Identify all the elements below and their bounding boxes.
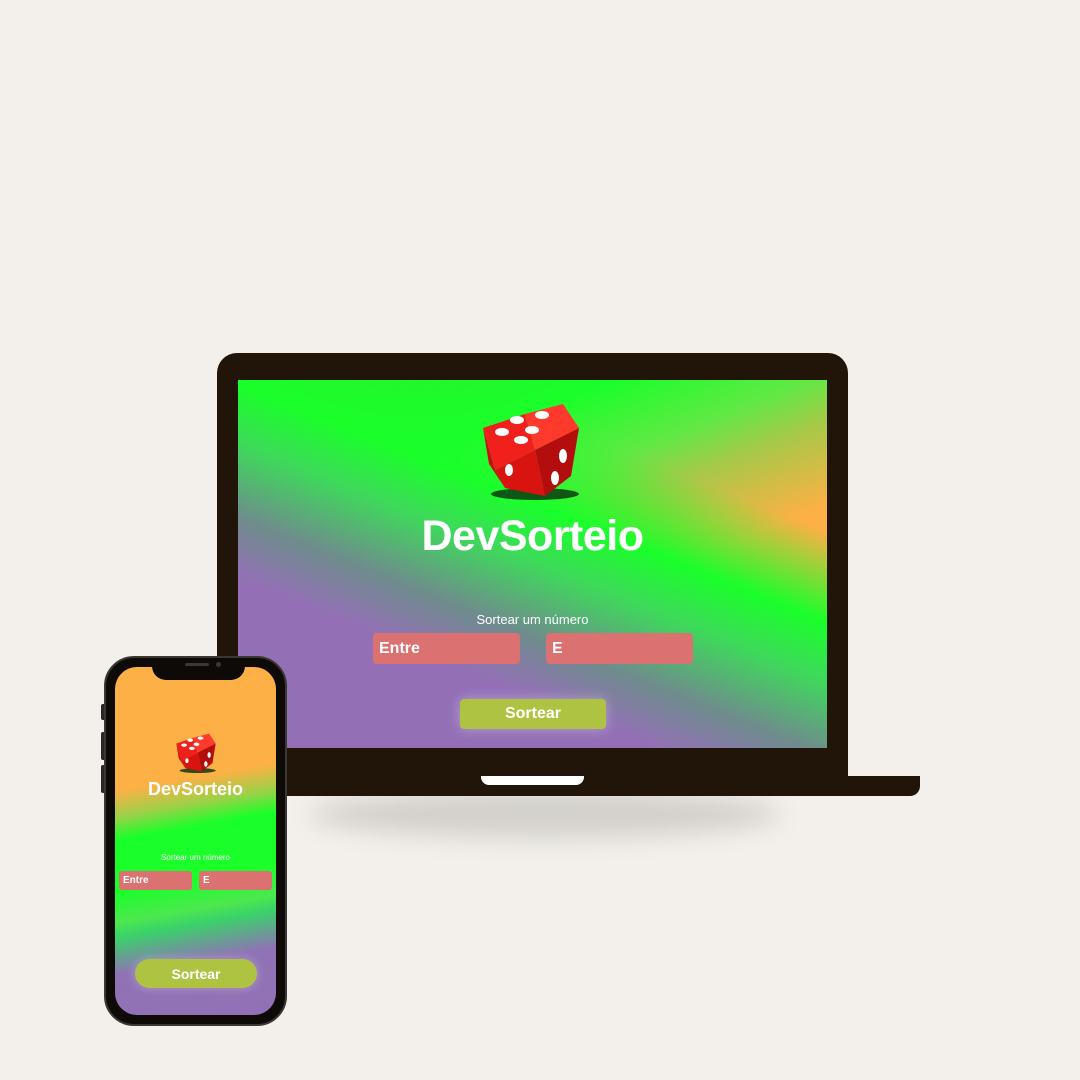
- phone-camera: [216, 662, 221, 667]
- draw-label: Sortear um número: [161, 853, 230, 862]
- laptop-shadow: [310, 790, 780, 838]
- draw-label: Sortear um número: [476, 612, 589, 627]
- phone-notch: [152, 658, 245, 680]
- app-title: DevSorteio: [147, 779, 244, 799]
- to-number-input[interactable]: [199, 871, 272, 890]
- laptop-base: [200, 776, 920, 796]
- laptop-screen: DevSorteio Sortear um número Sortear: [238, 380, 827, 748]
- app-title: DevSorteio: [421, 512, 644, 560]
- draw-button[interactable]: Sortear: [460, 699, 606, 729]
- from-number-input[interactable]: [119, 871, 192, 890]
- draw-button[interactable]: Sortear: [135, 959, 257, 988]
- phone-speaker: [185, 663, 209, 666]
- phone-screen: DevSorteio Sortear um número Sortear: [115, 667, 276, 1015]
- from-number-input[interactable]: [373, 633, 520, 664]
- dice-icon: [176, 733, 216, 774]
- to-number-input[interactable]: [546, 633, 693, 664]
- laptop-trackpad-notch: [481, 776, 584, 785]
- phone-frame: DevSorteio Sortear um número Sortear: [104, 656, 287, 1026]
- laptop-frame: DevSorteio Sortear um número Sortear: [217, 353, 848, 778]
- dice-icon: [483, 404, 579, 500]
